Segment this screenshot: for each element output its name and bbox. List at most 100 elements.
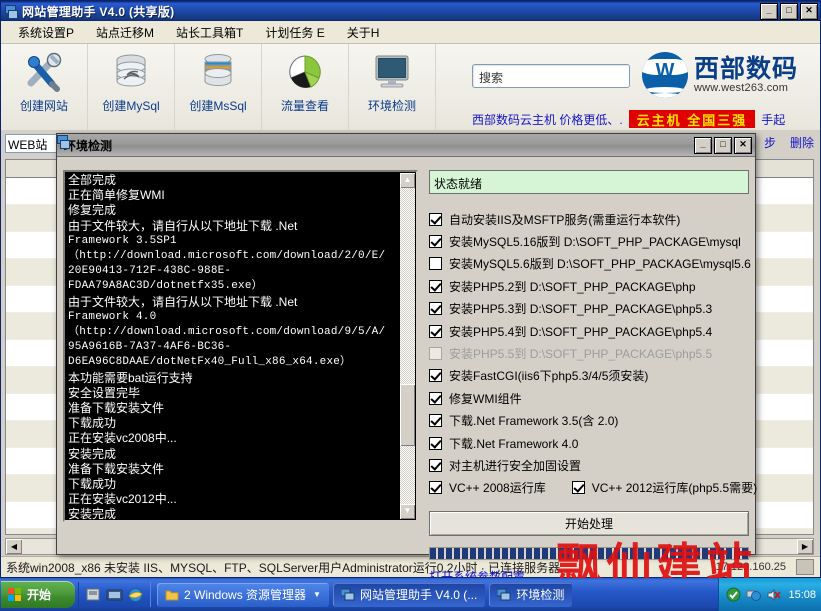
checkbox-1[interactable] [429,235,442,249]
checkbox-vc-2008[interactable] [429,481,442,495]
option-row-2[interactable]: 安装MySQL5.6版到 D:\SOFT_PHP_PACKAGE\mysql5.… [429,253,751,275]
toolbar-button-create-mysql[interactable]: 创建MySql [88,44,175,130]
status-field: 状态就绪 [429,170,749,194]
log-line: 安装完成 [68,507,117,522]
menu-item-scheduled-task[interactable]: 计划任务 E [254,22,335,43]
checkbox-label-vc-2012: VC++ 2012运行库(php5.5需要) [591,481,758,496]
show-desktop-icon[interactable] [85,587,102,603]
link-delete[interactable]: 删除 [790,134,814,151]
log-line: 正在简单修复WMI [68,188,165,203]
log-line: （http://download.microsoft.com/download/… [68,250,386,263]
option-row-4[interactable]: 安装PHP5.3到 D:\SOFT_PHP_PACKAGE\php5.3 [429,298,749,320]
log-line: 修复完成 [68,203,117,218]
checkbox-vc-2012[interactable] [571,481,585,495]
quick-launch-bar [78,582,151,607]
checkbox-0[interactable] [429,212,442,226]
scroll-up-arrow-icon[interactable]: ▲ [400,173,415,188]
scroll-right-arrow-icon[interactable]: ▶ [797,539,813,554]
checkbox-label-3: 安装PHP5.2到 D:\SOFT_PHP_PACKAGE\php [449,279,696,294]
checkbox-label-8: 修复WMI组件 [449,391,522,406]
menu-item-webmaster-toolbox[interactable]: 站长工具箱T [165,22,254,43]
checkbox-4[interactable] [429,302,442,316]
log-console[interactable]: 全部完成 正在简单修复WMI 修复完成 由于文件较大，请自行从以下地址下载 .Net F… [63,170,418,522]
taskbar-clock[interactable]: 15:08 [788,589,816,601]
toolbar-button-traffic-view[interactable]: 流量查看 [262,44,349,130]
console-scroll-track[interactable] [400,188,415,504]
checkbox-9[interactable] [429,414,442,428]
maximize-button[interactable]: □ [780,2,798,20]
checkbox-2[interactable] [429,257,442,271]
log-line: 20E90413-712F-438C-988E- [68,265,232,278]
tools-icon [21,50,67,94]
toolbar-button-create-mssql[interactable]: 创建MsSql [175,44,262,130]
media-player-icon[interactable] [106,587,123,603]
west263-logo-icon: W [642,52,688,98]
mysql-database-icon [108,50,154,94]
scroll-left-arrow-icon[interactable]: ◀ [6,539,22,554]
console-scroll-thumb[interactable] [400,384,415,446]
checkbox-8[interactable] [429,391,442,405]
shield-ok-icon[interactable] [726,587,741,602]
promo-banner[interactable]: 西部数码云主机 价格更低、. 云主机 全国三强 手起 [436,110,820,128]
statusbar-keyboard-icon [796,559,814,575]
taskbar-item-website-assistant[interactable]: 网站管理助手 V4.0 (... [332,582,486,607]
network-icon[interactable] [746,587,762,602]
console-vertical-scrollbar[interactable]: ▲ ▼ [400,173,415,519]
volume-mute-icon[interactable] [766,587,782,602]
option-row-5[interactable]: 安装PHP5.4到 D:\SOFT_PHP_PACKAGE\php5.4 [429,320,749,342]
scroll-down-arrow-icon[interactable]: ▼ [400,504,415,519]
checkbox-5[interactable] [429,324,442,338]
taskbar-window-list: 2 Windows 资源管理器 ▼ 网站管理助手 V4.0 (... 环境检测 [157,582,718,607]
search-input[interactable]: 搜索 [472,64,630,88]
checkbox-11[interactable] [429,458,442,472]
checkbox-label-10: 下载.Net Framework 4.0 [449,436,579,451]
promo-banner-right: 手起 [761,112,786,127]
dialog-titlebar: 环境检测 _ □ ✕ [57,134,755,157]
option-row-3[interactable]: 安装PHP5.2到 D:\SOFT_PHP_PACKAGE\php [429,275,749,297]
start-button-label: 开始 [27,588,52,602]
checkbox-label-2: 安装MySQL5.6版到 D:\SOFT_PHP_PACKAGE\mysql5.… [449,257,751,272]
menu-item-site-migration[interactable]: 站点迁移M [85,22,165,43]
mssql-database-icon [195,50,241,94]
windows-flag-icon [8,587,23,602]
checkbox-10[interactable] [429,436,442,450]
taskbar-item-explorer[interactable]: 2 Windows 资源管理器 ▼ [157,582,329,607]
checkbox-3[interactable] [429,279,442,293]
log-line: FDAA79A8AC3D/dotnetfx35.exe） [68,280,263,293]
checkbox-label-7: 安装FastCGI(iis6下php5.3/4/5须安装) [449,369,649,384]
option-row-1[interactable]: 安装MySQL5.16版到 D:\SOFT_PHP_PACKAGE\mysql [429,230,749,252]
start-button[interactable]: 开始 [1,581,75,608]
option-row-7[interactable]: 安装FastCGI(iis6下php5.3/4/5须安装) [429,365,749,387]
close-button[interactable]: ✕ [800,2,818,20]
internet-explorer-icon[interactable] [127,587,144,603]
checkbox-6[interactable] [429,347,442,361]
log-line: Framework 3.5SP1 [68,234,177,247]
log-line: 安全设置完毕 [68,385,141,400]
option-row-10[interactable]: 下载.Net Framework 4.0 [429,432,749,454]
chevron-down-icon[interactable]: ▼ [313,590,321,599]
minimize-button[interactable]: _ [760,2,778,20]
menu-item-system-settings[interactable]: 系统设置P [7,22,85,43]
taskbar-item-environment-check[interactable]: 环境检测 [489,582,573,607]
toolbar-button-environment-check[interactable]: 环境检测 [349,44,436,130]
dialog-close-button[interactable]: ✕ [734,136,752,154]
option-row-8[interactable]: 修复WMI组件 [429,387,749,409]
start-process-button[interactable]: 开始处理 [429,511,749,537]
app-title: 网站管理助手 V4.0 (共享版) [22,4,175,19]
menu-item-about[interactable]: 关于H [336,22,391,43]
toolbar-button-create-website[interactable]: 创建网站 [1,44,88,130]
dialog-maximize-button[interactable]: □ [714,136,732,154]
checkbox-label-11: 对主机进行安全加固设置 [449,458,582,473]
progress-bar-fill [430,548,748,560]
log-line: 下载成功 [68,477,117,492]
progress-bar [429,547,749,561]
option-row-6[interactable]: 安装PHP5.5到 D:\SOFT_PHP_PACKAGE\php5.5 [429,342,749,364]
checkbox-7[interactable] [429,369,442,383]
option-row-9[interactable]: 下载.Net Framework 3.5(含 2.0) [429,410,749,432]
site-type-dropdown[interactable]: WEB站 [5,134,57,153]
link-next-step[interactable]: 步 [764,134,776,151]
dialog-minimize-button[interactable]: _ [694,136,712,154]
promo-banner-left: 西部数码云主机 价格更低、. [472,112,623,127]
option-row-11[interactable]: 对主机进行安全加固设置 [429,454,749,476]
option-row-0[interactable]: 自动安装IIS及MSFTP服务(需重运行本软件) [429,208,749,230]
